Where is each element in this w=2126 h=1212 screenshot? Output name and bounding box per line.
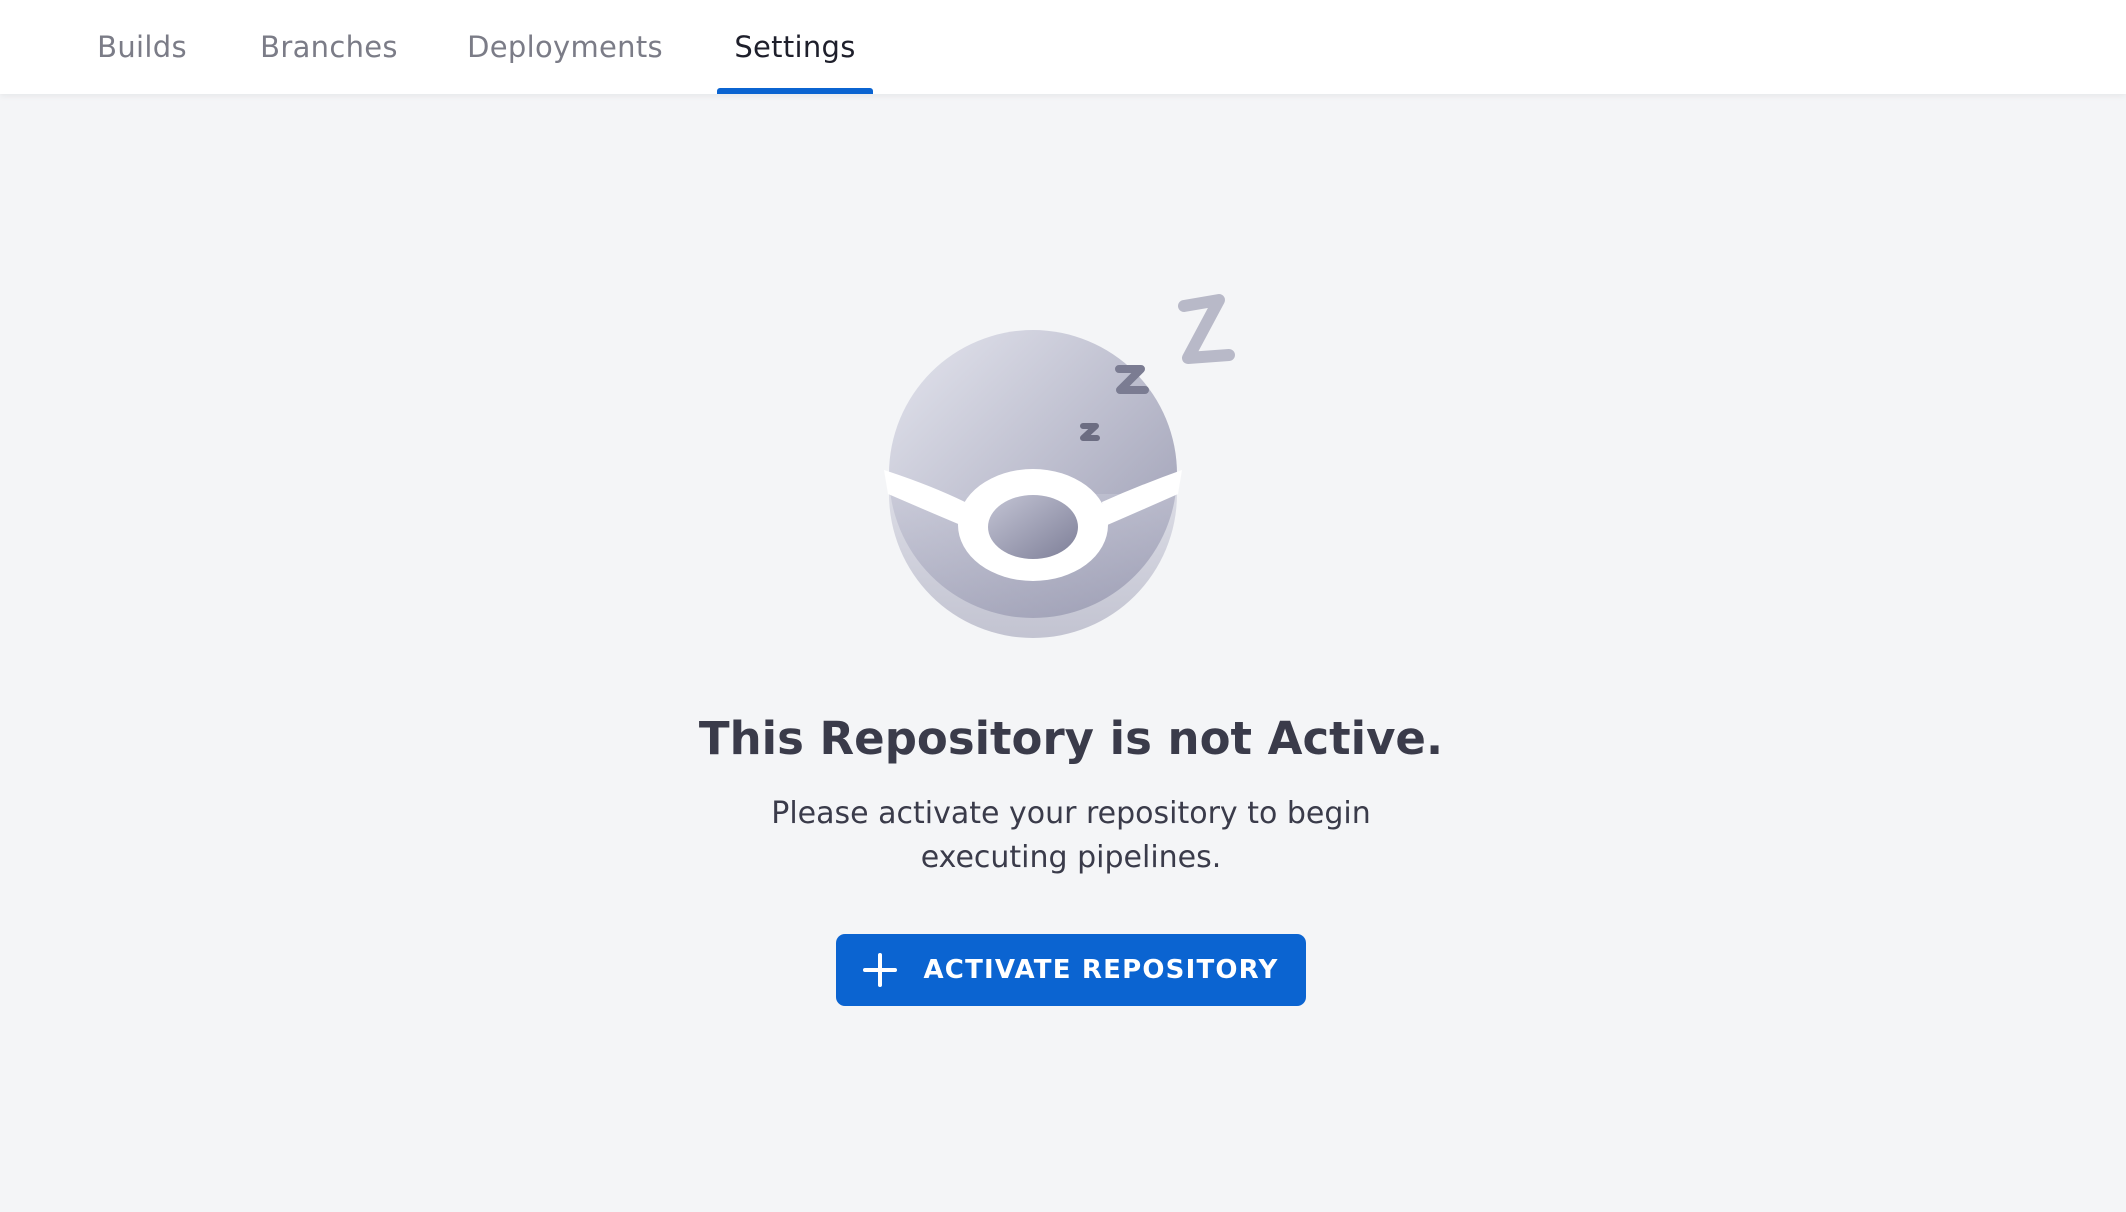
sleeping-ball-icon [884, 294, 1235, 638]
tab-branches-label: Branches [260, 30, 398, 64]
tab-builds-label: Builds [97, 30, 187, 64]
activate-repository-button[interactable]: ACTIVATE REPOSITORY [836, 934, 1306, 1006]
empty-state-title: This Repository is not Active. [698, 712, 1444, 765]
tab-list: Builds Branches Deployments Settings [0, 0, 2126, 94]
tab-builds[interactable]: Builds [96, 0, 188, 94]
top-navigation-bar: Builds Branches Deployments Settings [0, 0, 2126, 94]
main-content [0, 94, 2126, 1212]
active-tab-indicator [717, 88, 873, 94]
tab-deployments-label: Deployments [467, 30, 663, 64]
plus-icon [863, 953, 898, 987]
tab-settings[interactable]: Settings [717, 0, 873, 94]
tab-branches[interactable]: Branches [260, 0, 398, 94]
tab-deployments[interactable]: Deployments [467, 0, 663, 94]
empty-state-message: Please activate your repository to begin… [771, 796, 1371, 875]
tab-settings-label: Settings [734, 30, 856, 64]
activate-repository-label: ACTIVATE REPOSITORY [923, 955, 1279, 985]
